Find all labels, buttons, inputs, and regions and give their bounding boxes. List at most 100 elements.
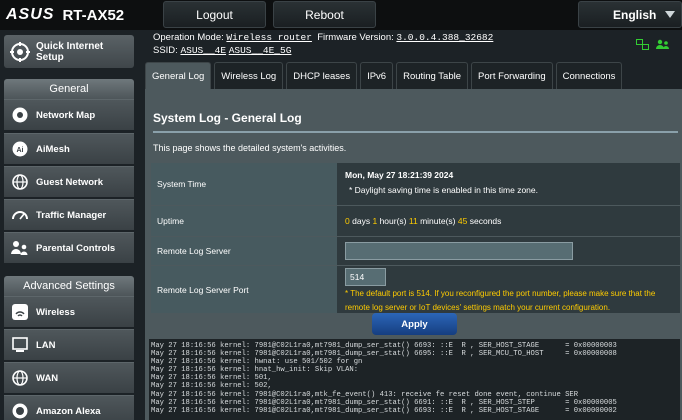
uptime-days: 0 [345, 216, 350, 226]
aimesh-icon: Ai [9, 138, 31, 160]
remote-log-port-input[interactable]: 514 [345, 268, 386, 286]
quick-setup-label: Quick Internet Setup [36, 40, 104, 63]
sidebar-item-network-map[interactable]: Network Map [4, 99, 134, 130]
sidebar-item-label: Parental Controls [36, 242, 116, 254]
uptime-days-unit: days [352, 216, 371, 226]
model-name: RT-AX52 [62, 6, 125, 24]
remote-log-server-input[interactable] [345, 242, 573, 260]
sidebar-item-lan[interactable]: LAN [4, 329, 134, 360]
settings-table: System Time Mon, May 27 18:21:39 2024 * … [151, 163, 680, 314]
sidebar-item-guest-network[interactable]: Guest Network [4, 166, 134, 197]
system-time-value: Mon, May 27 18:21:39 2024 [345, 170, 454, 180]
log-line: May 27 18:16:56 kernel: 7981@C02L1ra0,mt… [151, 406, 617, 415]
sidebar-item-aimesh[interactable]: Ai AiMesh [4, 133, 134, 164]
table-row: Uptime 0 days 1 hour(s) 11 minute(s) 45 … [151, 206, 680, 237]
log-line: May 27 18:16:56 kernel: 502, [151, 382, 272, 391]
op-mode-label: Operation Mode: [153, 32, 224, 43]
sidebar-item-label: Network Map [36, 109, 96, 121]
uptime-minutes: 11 [408, 216, 418, 226]
general-section-header: General [4, 79, 134, 99]
tab-general-log[interactable]: General Log [145, 62, 212, 90]
apply-button[interactable]: Apply [372, 313, 457, 335]
logout-button[interactable]: Logout [163, 1, 266, 28]
system-time-label: System Time [151, 163, 337, 205]
table-row: System Time Mon, May 27 18:21:39 2024 * … [151, 163, 680, 206]
remote-log-server-label: Remote Log Server [151, 237, 337, 265]
log-line: May 27 18:16:56 kernel: 7981@C02L1ra0,mt… [151, 390, 579, 399]
parental-icon [9, 237, 31, 259]
alexa-icon [9, 400, 31, 420]
title-divider [153, 131, 678, 133]
network-map-icon [9, 104, 31, 126]
log-line: May 27 18:16:56 kernel: hnat_hw_init: Sk… [151, 366, 359, 375]
system-time-note: * Daylight saving time is enabled in thi… [349, 185, 538, 195]
router-admin-page: ASUS RT-AX52 Logout Reboot English Quick… [0, 0, 682, 420]
firmware-label: Firmware Version: [317, 32, 394, 43]
tab-connections[interactable]: Connections [555, 62, 623, 89]
uptime-value: 0 days 1 hour(s) 11 minute(s) 45 seconds [337, 206, 680, 236]
sidebar-item-wan[interactable]: WAN [4, 362, 134, 393]
log-line: May 27 18:16:56 kernel: 7981@C02L1ra0,mt… [151, 342, 617, 350]
sidebar-item-label: Guest Network [36, 176, 104, 188]
sidebar-item-wireless[interactable]: Wireless [4, 296, 134, 327]
tab-routing-table[interactable]: Routing Table [396, 62, 469, 89]
log-line: May 27 18:16:56 kernel: 7981@C02L1ra0,mt… [151, 398, 617, 407]
general-log-panel: System Log - General Log This page shows… [145, 89, 682, 420]
sidebar-item-label: WAN [36, 372, 59, 384]
log-line: May 27 18:16:56 kernel: 501, [151, 374, 272, 383]
ssid-5g-link[interactable]: ASUS__4E_5G [229, 45, 292, 56]
language-value: English [613, 7, 657, 22]
top-bar: ASUS RT-AX52 Logout Reboot English [0, 0, 682, 30]
brand-name: ASUS [6, 6, 55, 23]
sidebar-item-parental-controls[interactable]: Parental Controls [4, 232, 134, 263]
sidebar-item-amazon-alexa[interactable]: Amazon Alexa [4, 395, 134, 420]
tab-wireless-log[interactable]: Wireless Log [214, 62, 284, 89]
sidebar: Quick Internet Setup General Network Map… [0, 30, 140, 420]
system-log-textarea[interactable]: May 27 18:16:56 kernel: 7981@C02L1ra0,mt… [149, 339, 680, 420]
clients-status-icon[interactable] [656, 37, 670, 55]
status-icons [636, 37, 670, 55]
remote-port-note-1: * The default port is 514. If you reconf… [345, 289, 656, 298]
gauge-icon [9, 204, 31, 226]
tab-port-forwarding[interactable]: Port Forwarding [471, 62, 553, 89]
page-description: This page shows the detailed system's ac… [153, 143, 347, 153]
uptime-label: Uptime [151, 206, 337, 236]
table-row: Remote Log Server Port 514 * The default… [151, 266, 680, 314]
ssid-label: SSID: [153, 45, 178, 56]
page-title: System Log - General Log [153, 111, 302, 125]
remote-log-port-label: Remote Log Server Port [151, 266, 337, 313]
globe-icon [9, 367, 31, 389]
reboot-button[interactable]: Reboot [273, 1, 376, 28]
svg-text:Ai: Ai [17, 147, 24, 154]
op-mode-link[interactable]: Wireless router [226, 32, 312, 43]
router-status-info: Operation Mode: Wireless router Firmware… [153, 31, 493, 57]
wifi-icon [9, 301, 31, 323]
sidebar-item-label: AiMesh [36, 143, 70, 155]
uptime-seconds-unit: seconds [469, 216, 502, 226]
sidebar-item-label: Traffic Manager [36, 209, 107, 221]
sidebar-item-label: Amazon Alexa [36, 405, 101, 417]
brand-logo[interactable]: ASUS RT-AX52 [6, 6, 124, 24]
language-select[interactable]: English [578, 1, 682, 28]
advanced-section-header: Advanced Settings [4, 276, 134, 296]
quick-internet-setup-button[interactable]: Quick Internet Setup [4, 35, 134, 68]
firmware-link[interactable]: 3.0.0.4.388_32682 [396, 32, 493, 43]
setup-wizard-icon [7, 39, 33, 65]
remote-log-server-cell [337, 237, 680, 265]
uptime-hours: 1 [372, 216, 378, 226]
chevron-down-icon [665, 11, 675, 18]
tab-dhcp-leases[interactable]: DHCP leases [286, 62, 358, 89]
table-row: Remote Log Server [151, 237, 680, 266]
log-tabs: General Log Wireless Log DHCP leases IPv… [145, 62, 623, 90]
system-time-cell: Mon, May 27 18:21:39 2024 * Daylight sav… [337, 163, 680, 205]
sidebar-item-label: LAN [36, 339, 56, 351]
globe-icon [9, 171, 31, 193]
remote-log-port-cell: 514 * The default port is 514. If you re… [337, 266, 680, 313]
uptime-hours-unit: hour(s) [379, 216, 407, 226]
network-status-icon[interactable] [636, 37, 649, 55]
ssid-24g-link[interactable]: ASUS__4E [180, 45, 226, 56]
sidebar-item-traffic-manager[interactable]: Traffic Manager [4, 199, 134, 230]
log-line: May 27 18:16:56 kernel: hwnat: use 501/5… [151, 358, 363, 367]
uptime-seconds: 45 [457, 216, 468, 226]
tab-ipv6[interactable]: IPv6 [360, 62, 394, 89]
